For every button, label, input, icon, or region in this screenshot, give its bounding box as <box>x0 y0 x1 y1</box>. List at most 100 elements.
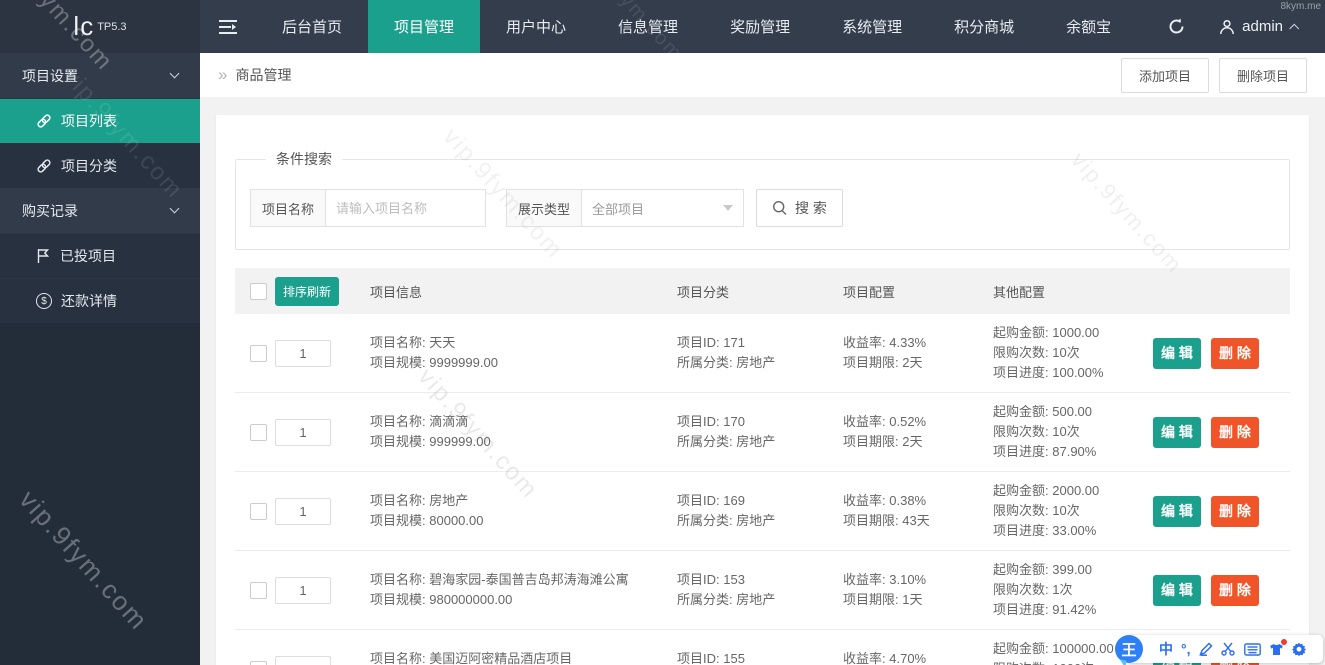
app-logo[interactable]: lc TP5.3 <box>0 0 200 53</box>
purchase-limit: 10次 <box>1052 503 1080 518</box>
sort-order-input[interactable] <box>275 339 331 367</box>
project-id: 155 <box>723 651 745 665</box>
nav-item-reward[interactable]: 奖励管理 <box>704 0 816 53</box>
header-other-config: 其他配置 <box>993 284 1046 300</box>
project-term: 43天 <box>902 513 930 528</box>
admin-app: lc TP5.3 后台首页 项目管理 用户中心 信息管理 奖励管理 系统管理 积… <box>0 0 1325 665</box>
ime-settings-icon[interactable] <box>1291 642 1306 656</box>
ime-punctuation-icon[interactable]: °, <box>1181 642 1191 656</box>
ime-skin-icon[interactable] <box>1269 638 1287 656</box>
ime-keyboard-icon[interactable] <box>1243 642 1261 656</box>
edit-button[interactable]: 编 辑 <box>1153 495 1201 527</box>
table-row: 项目名称: 房地产 项目规模: 80000.00 项目ID: 169 所属分类:… <box>235 472 1290 551</box>
topbar: lc TP5.3 后台首页 项目管理 用户中心 信息管理 奖励管理 系统管理 积… <box>0 0 1325 53</box>
ime-logo-icon[interactable]: 王 <box>1115 635 1143 663</box>
row-checkbox[interactable] <box>250 423 267 441</box>
project-progress: 87.90% <box>1052 444 1097 459</box>
search-button[interactable]: 搜 索 <box>756 189 843 227</box>
ime-scissors-icon[interactable] <box>1220 642 1236 656</box>
purchase-limit: 1000次 <box>1052 661 1094 665</box>
purchase-limit: 1次 <box>1052 582 1073 597</box>
edit-button[interactable]: 编 辑 <box>1153 337 1201 369</box>
sort-order-input[interactable] <box>275 576 331 604</box>
flag-icon <box>37 249 50 263</box>
search-icon <box>773 200 787 215</box>
table-row: 项目名称: 滴滴滴 项目规模: 999999.00 项目ID: 170 所属分类… <box>235 393 1290 472</box>
dollar-icon: $ <box>36 293 52 309</box>
table-header: 排序刷新 项目信息 项目分类 项目配置 其他配置 <box>235 268 1290 314</box>
sidebar-group-project-settings[interactable]: 项目设置 <box>0 53 200 98</box>
search-form: 项目名称 展示类型 全部项目 搜 索 <box>250 189 1275 227</box>
nav-item-yuebao[interactable]: 余额宝 <box>1040 0 1137 53</box>
ime-handwriting-icon[interactable] <box>1198 642 1213 656</box>
delete-project-button[interactable]: 删除项目 <box>1218 57 1307 93</box>
sort-order-input[interactable] <box>275 497 331 525</box>
refresh-icon[interactable] <box>1147 0 1205 53</box>
delete-button[interactable]: 删 除 <box>1211 495 1259 527</box>
link-icon <box>37 114 51 128</box>
link-icon <box>37 159 51 173</box>
project-name: 碧海家园-泰国普吉岛邦涛海滩公寓 <box>429 572 629 587</box>
project-scale: 980000000.00 <box>429 592 513 607</box>
sidebar-item-project-list[interactable]: 项目列表 <box>0 98 200 143</box>
edit-button[interactable]: 编 辑 <box>1153 574 1201 606</box>
yield-rate: 4.70% <box>889 651 927 665</box>
delete-button[interactable]: 删 除 <box>1211 337 1259 369</box>
display-type-value: 全部项目 <box>592 201 645 217</box>
notification-dot <box>1280 638 1287 645</box>
topbar-right: admin <box>1147 0 1325 53</box>
user-icon <box>1220 19 1235 34</box>
content-card: 条件搜索 项目名称 展示类型 全部项目 搜 索 <box>216 115 1309 665</box>
delete-button[interactable]: 删 除 <box>1211 574 1259 606</box>
project-name-group: 项目名称 <box>250 189 487 227</box>
delete-button[interactable]: 删 除 <box>1211 416 1259 448</box>
project-scale: 999999.00 <box>429 434 491 449</box>
add-project-button[interactable]: 添加项目 <box>1120 57 1209 93</box>
sort-order-input[interactable] <box>275 418 331 446</box>
display-type-select[interactable]: 全部项目 <box>582 189 745 227</box>
logo-version: TP5.3 <box>97 20 127 33</box>
menu-collapse-icon[interactable] <box>200 0 256 53</box>
nav-item-system[interactable]: 系统管理 <box>816 0 928 53</box>
sidebar-item-repayment-details[interactable]: $ 还款详情 <box>0 278 200 323</box>
top-nav: 后台首页 项目管理 用户中心 信息管理 奖励管理 系统管理 积分商城 余额宝 <box>256 0 1137 53</box>
nav-item-project[interactable]: 项目管理 <box>368 0 481 53</box>
min-amount: 1000.00 <box>1052 325 1100 340</box>
project-category: 房地产 <box>736 355 776 370</box>
project-name: 房地产 <box>429 493 469 508</box>
sidebar: 项目设置 项目列表 项目分类 购买记录 已投项目 $ 还款详情 <box>0 53 200 665</box>
row-checkbox[interactable] <box>250 344 267 362</box>
display-type-label: 展示类型 <box>506 189 583 227</box>
header-project-category: 项目分类 <box>677 284 730 300</box>
user-menu[interactable]: admin <box>1205 0 1325 53</box>
row-checkbox[interactable] <box>250 581 267 599</box>
nav-item-user-center[interactable]: 用户中心 <box>480 0 592 53</box>
sidebar-group-purchase-records[interactable]: 购买记录 <box>0 188 200 233</box>
nav-item-home[interactable]: 后台首页 <box>256 0 368 53</box>
sidebar-item-project-category[interactable]: 项目分类 <box>0 143 200 188</box>
nav-item-points-mall[interactable]: 积分商城 <box>928 0 1040 53</box>
ime-toolbar: 王 中 °, <box>1115 635 1323 663</box>
sort-refresh-button[interactable]: 排序刷新 <box>275 276 340 306</box>
sort-order-input[interactable] <box>275 655 331 665</box>
project-table: 排序刷新 项目信息 项目分类 项目配置 其他配置 项目名称: 天天 项目规模: … <box>235 268 1290 665</box>
project-term: 2天 <box>902 434 923 449</box>
select-all-checkbox[interactable] <box>250 282 267 300</box>
purchase-limit: 10次 <box>1052 345 1080 360</box>
header-project-config: 项目配置 <box>843 284 896 300</box>
min-amount: 2000.00 <box>1052 483 1100 498</box>
ime-language-toggle[interactable]: 中 <box>1159 642 1173 656</box>
sidebar-item-invested-projects[interactable]: 已投项目 <box>0 233 200 278</box>
row-checkbox[interactable] <box>250 502 267 520</box>
row-checkbox[interactable] <box>250 660 267 665</box>
search-panel-title: 条件搜索 <box>276 151 332 167</box>
project-progress: 91.42% <box>1052 602 1097 617</box>
project-name-input[interactable] <box>326 189 487 227</box>
nav-item-info[interactable]: 信息管理 <box>592 0 704 53</box>
caret-down-icon <box>723 205 734 211</box>
min-amount: 100000.00 <box>1052 641 1114 656</box>
table-row: 项目名称: 碧海家园-泰国普吉岛邦涛海滩公寓 项目规模: 980000000.0… <box>235 551 1290 630</box>
project-scale: 80000.00 <box>429 513 484 528</box>
project-id: 169 <box>723 493 745 508</box>
edit-button[interactable]: 编 辑 <box>1153 416 1201 448</box>
